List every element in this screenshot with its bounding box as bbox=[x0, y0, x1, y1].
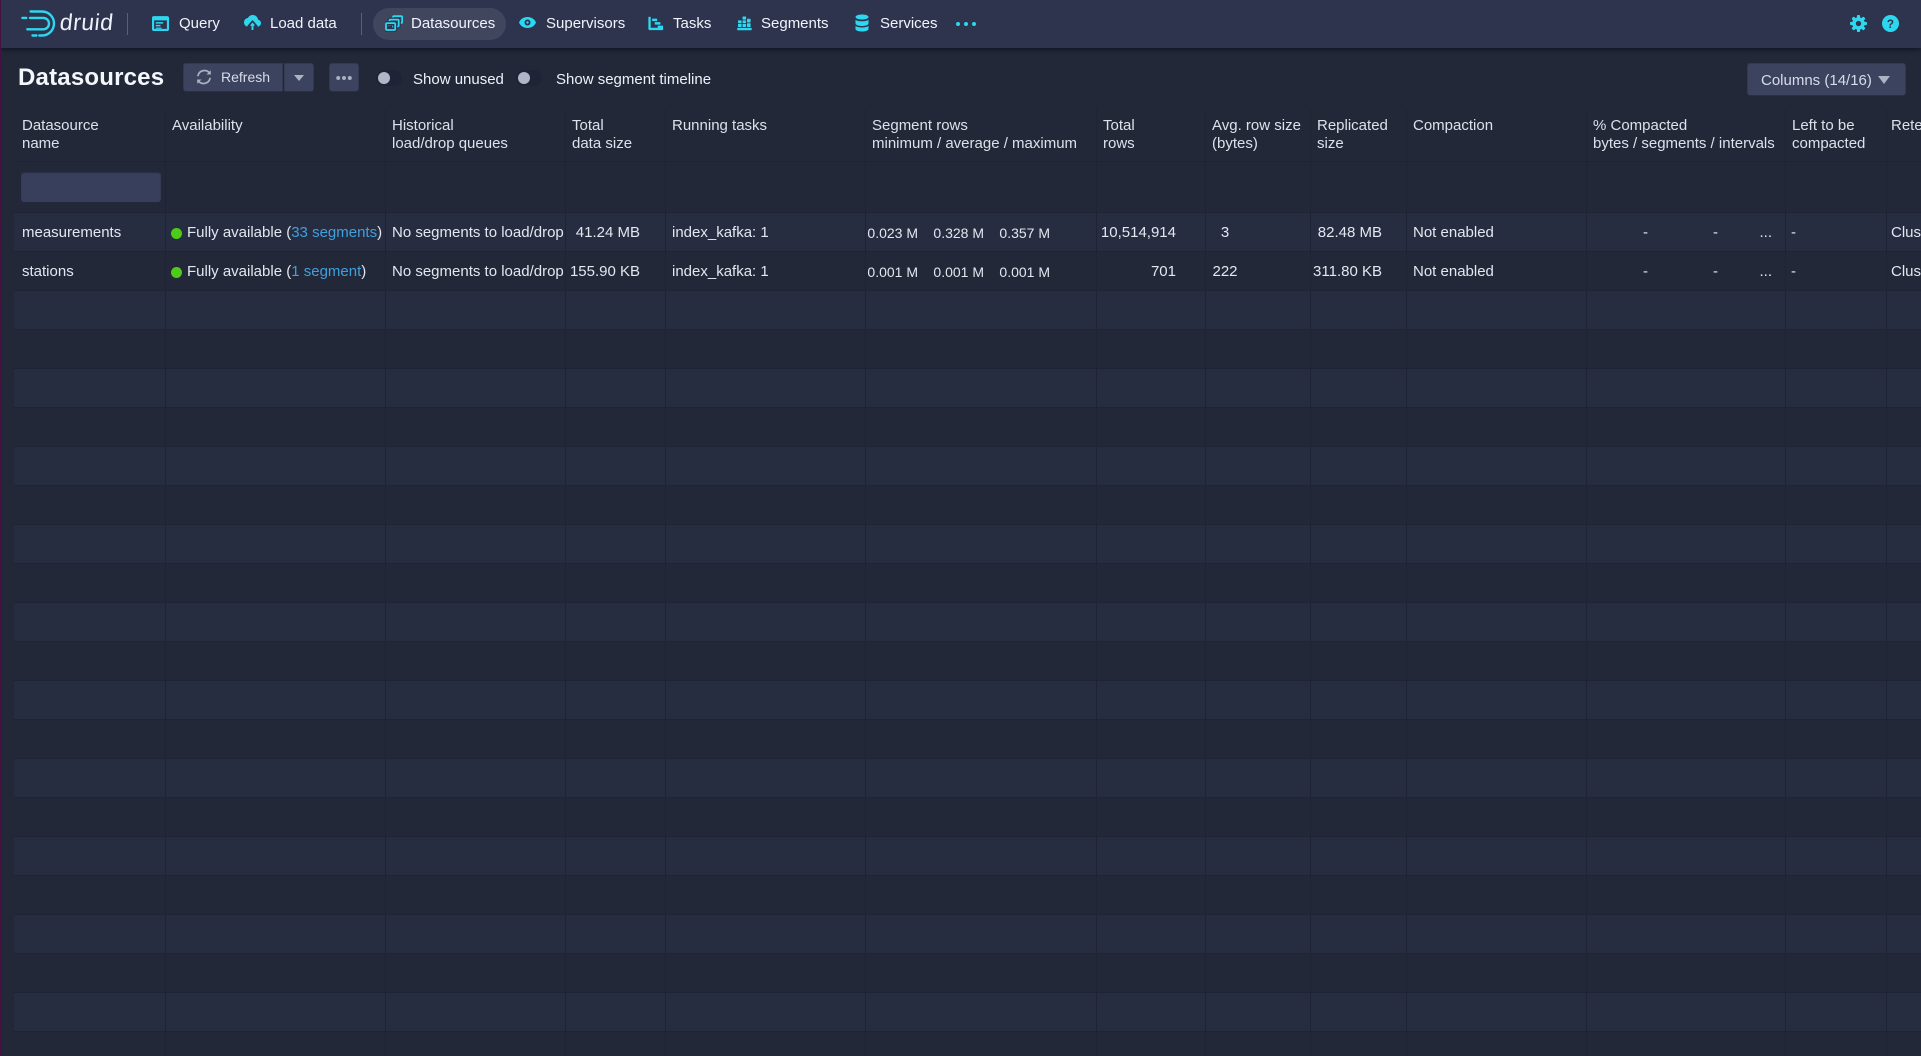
svg-text:?: ? bbox=[1887, 18, 1894, 31]
